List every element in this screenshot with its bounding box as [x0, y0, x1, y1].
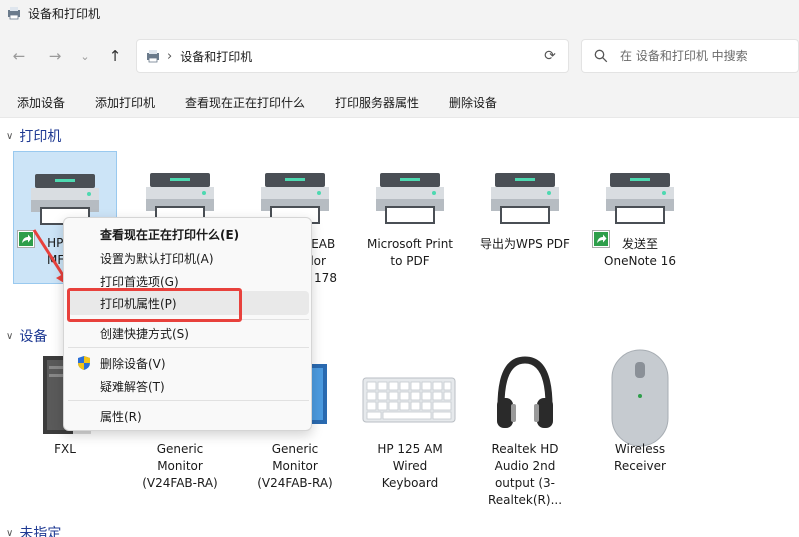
group-label: 设备 [19, 329, 48, 345]
printer-name: to PDF [390, 254, 430, 268]
devices-printers-icon [147, 50, 159, 63]
printer-tile[interactable]: Microsoft Print to PDF [358, 151, 462, 270]
address-bar[interactable]: › 设备和打印机 ⟳ [136, 39, 569, 73]
device-name: Realtek(R)... [487, 493, 563, 507]
device-name: (V24FAB-RA) [257, 476, 333, 490]
printer-icon [491, 173, 559, 224]
chevron-down-icon: ∨ [6, 130, 14, 142]
menu-item-troubleshoot[interactable]: 疑难解答(T) [68, 374, 309, 398]
printer-name: 导出为WPS PDF [480, 237, 570, 251]
device-name: Generic [271, 442, 319, 456]
headphones-icon [497, 356, 553, 428]
group-header-unspecified[interactable]: ∨ 未指定 [6, 523, 61, 537]
device-name: Keyboard [381, 476, 439, 490]
search-box[interactable] [581, 39, 799, 73]
group-header-devices[interactable]: ∨ 设备 [6, 326, 47, 346]
search-icon [594, 49, 608, 63]
group-label: 打印机 [19, 129, 62, 145]
printer-tile[interactable]: 导出为WPS PDF [473, 151, 577, 253]
print-server-properties-button[interactable]: 打印服务器属性 [335, 94, 419, 111]
group-header-printers[interactable]: ∨ 打印机 [6, 126, 61, 146]
menu-item-label: 创建快捷方式(S) [100, 326, 189, 341]
menu-item-see-whats-printing[interactable]: 查看现在正在打印什么(E) [68, 222, 309, 246]
keyboard-icon [362, 377, 456, 423]
mouse-icon [611, 349, 669, 447]
chevron-down-icon: ⌄ [80, 49, 90, 63]
device-name: HP 125 AM [377, 442, 443, 456]
printer-icon [376, 173, 444, 224]
printer-name: Microsoft Print [366, 237, 454, 251]
device-name: Receiver [614, 459, 666, 473]
menu-item-set-default-printer[interactable]: 设置为默认打印机(A) [68, 246, 309, 270]
menu-item-label: 属性(R) [100, 409, 142, 424]
add-printer-button[interactable]: 添加打印机 [95, 94, 155, 111]
menu-item-label: 疑难解答(T) [100, 379, 165, 394]
menu-item-remove-device[interactable]: 删除设备(V) [68, 351, 309, 375]
menu-item-create-shortcut[interactable]: 创建快捷方式(S) [68, 321, 309, 345]
uac-shield-icon [78, 356, 90, 370]
recent-locations-button[interactable]: ⌄ [74, 45, 96, 67]
printer-name: OneNote 16 [604, 254, 676, 268]
back-button[interactable]: ← [8, 45, 30, 67]
device-name: Generic [156, 442, 204, 456]
breadcrumb-chevron-icon[interactable]: › [167, 49, 172, 64]
shared-arrow-icon [592, 230, 610, 248]
device-tile[interactable]: Wireless Receiver [588, 349, 692, 475]
device-name: Wired [392, 459, 428, 473]
device-name: Audio 2nd [494, 459, 556, 473]
arrow-up-icon: ↑ [108, 47, 122, 65]
arrow-left-icon: ← [12, 47, 26, 65]
device-name: (V24FAB-RA) [142, 476, 218, 490]
device-name: FXL [54, 442, 76, 456]
device-tile[interactable]: Realtek HD Audio 2nd output (3- Realtek(… [473, 350, 577, 509]
menu-item-label: 查看现在正在打印什么(E) [100, 227, 240, 242]
menu-item-label: 打印首选项(G) [100, 274, 179, 289]
annotation-highlight-box [67, 288, 242, 322]
menu-item-label: 设置为默认打印机(A) [100, 251, 214, 266]
see-whats-printing-button[interactable]: 查看现在正在打印什么 [185, 94, 305, 111]
menu-item-properties[interactable]: 属性(R) [68, 404, 309, 428]
arrow-right-icon: → [48, 47, 62, 65]
up-button[interactable]: ↑ [104, 45, 126, 67]
group-label: 未指定 [19, 526, 62, 537]
device-name: Monitor [272, 459, 318, 473]
device-name: Monitor [157, 459, 203, 473]
device-name: output (3- [494, 476, 556, 490]
search-input[interactable] [620, 49, 790, 63]
command-bar: 添加设备 添加打印机 查看现在正在打印什么 打印服务器属性 删除设备 [0, 84, 799, 118]
remove-device-button[interactable]: 删除设备 [449, 94, 497, 111]
forward-button[interactable]: → [44, 45, 66, 67]
navigation-bar: ← → ⌄ ↑ › 设备和打印机 ⟳ [0, 26, 799, 84]
printer-tile[interactable]: 发送至 OneNote 16 [588, 151, 692, 270]
refresh-icon[interactable]: ⟳ [542, 48, 558, 64]
window-title: 设备和打印机 [28, 6, 101, 21]
chevron-down-icon: ∨ [6, 330, 14, 342]
menu-item-label: 删除设备(V) [100, 356, 166, 371]
device-tile[interactable]: HP 125 AM Wired Keyboard [358, 350, 462, 492]
menu-separator [68, 347, 309, 348]
context-menu: 查看现在正在打印什么(E) 设置为默认打印机(A) 打印首选项(G) 打印机属性… [63, 217, 312, 431]
printer-icon [606, 173, 674, 224]
add-device-button[interactable]: 添加设备 [17, 94, 65, 111]
menu-separator [68, 400, 309, 401]
chevron-down-icon: ∨ [6, 527, 14, 537]
devices-printers-icon [8, 7, 20, 20]
device-name: Realtek HD [491, 442, 559, 456]
breadcrumb[interactable]: 设备和打印机 [180, 48, 252, 65]
title-bar: 设备和打印机 [0, 0, 799, 26]
